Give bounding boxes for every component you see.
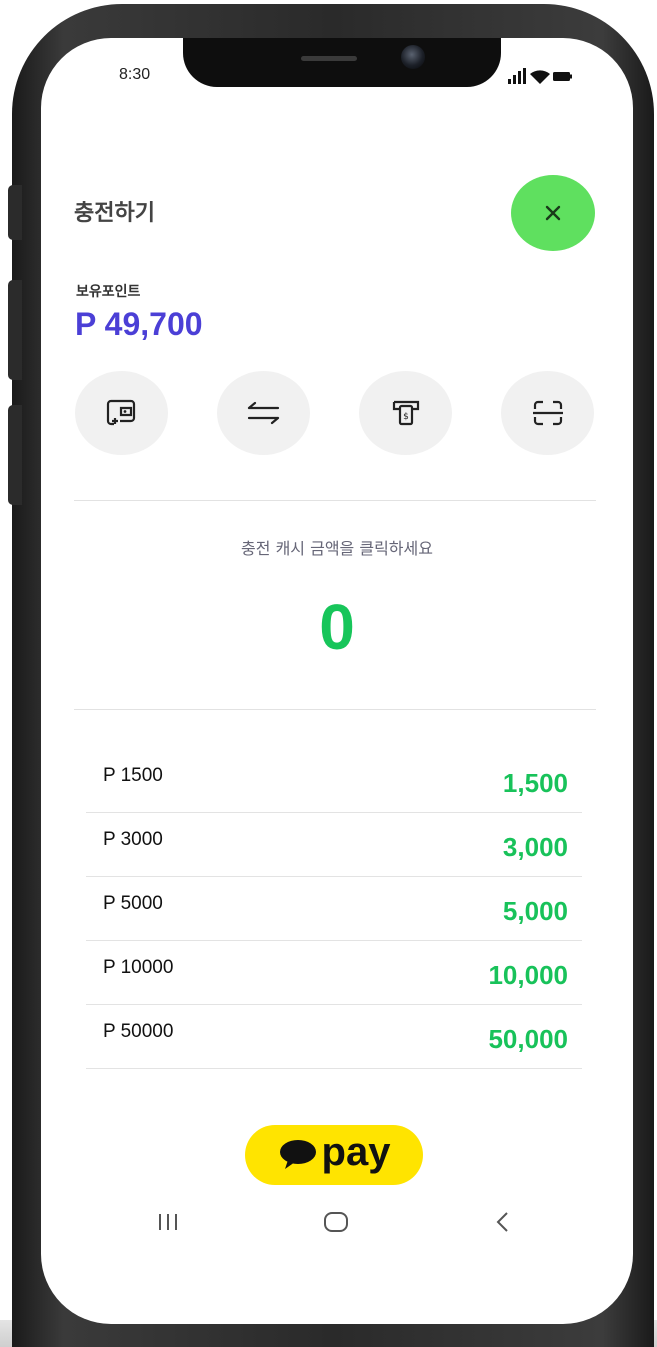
- charge-option-10000[interactable]: P 10000 10,000: [86, 941, 582, 1005]
- speaker: [301, 56, 357, 61]
- atm-withdraw-icon: $: [392, 400, 419, 426]
- wifi-icon: [530, 70, 550, 84]
- close-icon: [545, 205, 561, 221]
- option-label: P 10000: [103, 957, 174, 978]
- status-time: 8:30: [119, 66, 151, 83]
- option-label: P 3000: [103, 829, 163, 850]
- speech-bubble-icon: [279, 1140, 316, 1169]
- battery-icon: [553, 72, 572, 81]
- wallet-add-button[interactable]: [75, 371, 168, 455]
- option-value: 50,000: [488, 1024, 568, 1054]
- option-label: P 1500: [103, 765, 163, 786]
- page-title: 충전하기: [74, 201, 155, 226]
- atm-withdraw-button[interactable]: $: [359, 371, 452, 455]
- option-label: P 50000: [103, 1021, 174, 1042]
- option-value: 3,000: [502, 832, 568, 862]
- transfer-arrows-icon: [247, 401, 279, 425]
- side-button: [8, 185, 22, 240]
- scan-button[interactable]: [501, 371, 594, 455]
- back-icon[interactable]: [493, 1210, 513, 1234]
- front-camera: [401, 45, 425, 69]
- scan-icon: [532, 400, 563, 426]
- charge-hint: 충전 캐시 금액을 클릭하세요: [241, 539, 433, 558]
- home-icon[interactable]: [323, 1210, 349, 1234]
- option-label: P 5000: [103, 893, 163, 914]
- status-icons: [508, 68, 572, 84]
- recent-apps-icon[interactable]: [156, 1210, 180, 1234]
- charge-option-3000[interactable]: P 3000 3,000: [86, 813, 582, 877]
- charge-option-1500[interactable]: P 1500 1,500: [86, 749, 582, 813]
- divider: [74, 709, 596, 710]
- notch: [183, 38, 501, 87]
- pay-label: pay: [321, 1130, 391, 1174]
- side-button: [8, 280, 22, 380]
- option-value: 1,500: [502, 768, 568, 798]
- wallet-add-icon: [106, 399, 135, 426]
- close-button[interactable]: [511, 175, 595, 251]
- points-label: 보유포인트: [76, 284, 141, 300]
- kakao-pay-button[interactable]: pay: [245, 1125, 423, 1185]
- signal-icon: [508, 68, 526, 84]
- option-value: 5,000: [502, 896, 568, 926]
- option-value: 10,000: [488, 960, 568, 990]
- divider: [74, 500, 596, 501]
- svg-text:$: $: [403, 412, 409, 422]
- charge-option-50000[interactable]: P 50000 50,000: [86, 1005, 582, 1069]
- points-value: P 49,700: [75, 306, 203, 342]
- charge-option-5000[interactable]: P 5000 5,000: [86, 877, 582, 941]
- charge-amount: 0: [319, 591, 355, 663]
- side-button: [8, 405, 22, 505]
- charge-options-list: P 1500 1,500 P 3000 3,000 P 5000 5,000 P…: [86, 749, 582, 1069]
- phone-screen: 8:30 충전하기 보유포인트 P 49,700 $ 충전 캐시 금액을 클릭하…: [41, 38, 633, 1324]
- transfer-button[interactable]: [217, 371, 310, 455]
